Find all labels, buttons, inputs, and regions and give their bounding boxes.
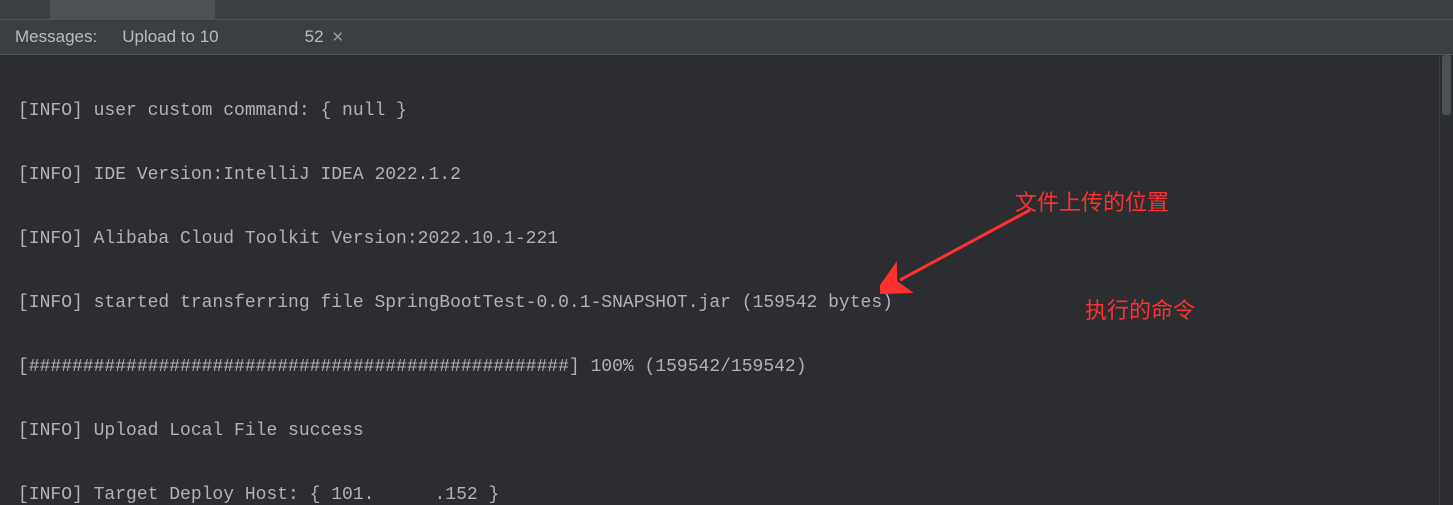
console-output: [INFO] user custom command: { null } [IN…	[0, 55, 1453, 505]
log-line: [INFO] Alibaba Cloud Toolkit Version:202…	[18, 223, 1435, 255]
log-line: [#######################################…	[18, 351, 1435, 383]
vertical-scrollbar[interactable]	[1439, 55, 1453, 505]
upload-tab-title-prefix: Upload to 10	[122, 27, 218, 47]
messages-tab-strip: Messages: Upload to 10 52 ✕	[0, 20, 1453, 55]
partial-file-tab	[50, 0, 215, 20]
messages-label: Messages:	[15, 27, 97, 47]
upload-tab-title-suffix: 52	[305, 27, 324, 47]
log-line: [INFO] Upload Local File success	[18, 415, 1435, 447]
log-line: [INFO] started transferring file SpringB…	[18, 287, 1435, 319]
close-icon[interactable]: ✕	[332, 28, 345, 46]
log-line: [INFO] user custom command: { null }	[18, 95, 1435, 127]
log-line: [INFO] IDE Version:IntelliJ IDEA 2022.1.…	[18, 159, 1435, 191]
editor-tab-strip-top	[0, 0, 1453, 20]
log-line: [INFO] Target Deploy Host: { 101..152 }	[18, 479, 1435, 505]
upload-tab[interactable]: Upload to 10 52 ✕	[112, 20, 354, 54]
